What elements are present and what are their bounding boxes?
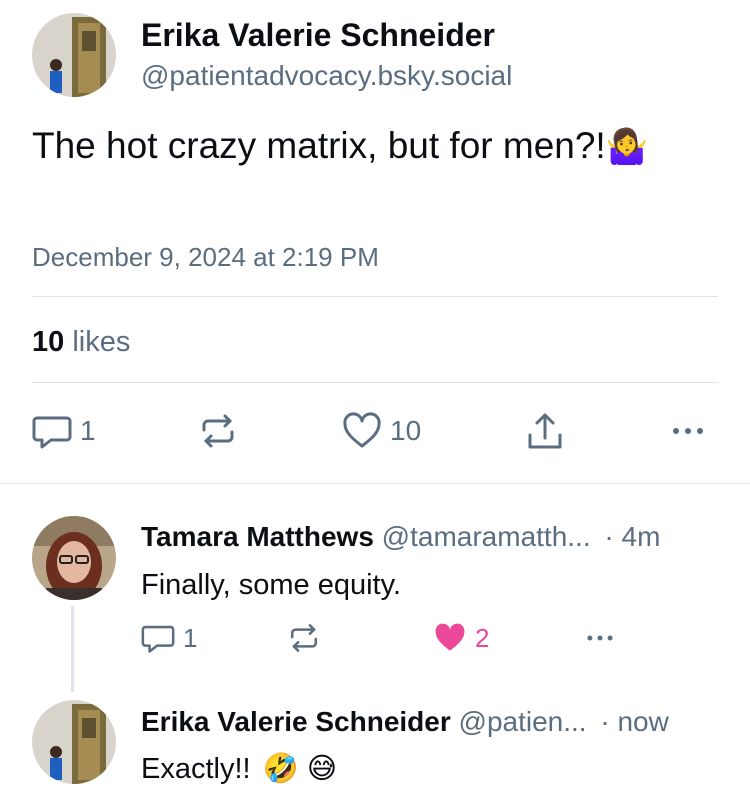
more-horizontal-icon [582, 622, 618, 654]
like-count: 2 [475, 622, 490, 653]
repost-button[interactable] [198, 412, 238, 450]
reply-avatar[interactable] [32, 700, 116, 784]
like-button[interactable]: 2 [433, 622, 489, 654]
repost-icon [287, 622, 321, 654]
heart-icon [342, 412, 382, 450]
more-horizontal-icon [668, 412, 708, 450]
reply-header: Tamara Matthews @tamaramatth... · 4m [141, 519, 660, 555]
more-options-button[interactable] [582, 622, 618, 654]
share-icon [525, 412, 565, 452]
reply-button[interactable]: 1 [32, 412, 96, 450]
post-emoji: 🤷‍♀️ [605, 128, 649, 166]
author-handle[interactable]: @patientadvocacy.bsky.social [141, 58, 512, 94]
reply-emojis: 🤣 😅 [262, 753, 338, 785]
reply-author-name[interactable]: Tamara Matthews [141, 521, 374, 552]
thread-divider [0, 483, 750, 484]
reply-icon [32, 412, 72, 450]
reply-author-handle[interactable]: @patien... [459, 706, 587, 737]
divider [32, 382, 718, 383]
reply-author-name[interactable]: Erika Valerie Schneider [141, 706, 451, 737]
reply-count: 1 [183, 622, 198, 653]
reply-icon [141, 622, 175, 654]
reply-count: 1 [80, 415, 96, 446]
like-button[interactable]: 10 [342, 412, 421, 450]
reply-button[interactable]: 1 [141, 622, 197, 654]
reply-time: · 4m [604, 521, 661, 552]
heart-filled-icon [433, 622, 467, 654]
likes-label: likes [72, 326, 131, 358]
repost-button[interactable] [287, 622, 321, 654]
reply-avatar[interactable] [32, 516, 116, 600]
like-count: 10 [390, 415, 422, 446]
post-timestamp: December 9, 2024 at 2:19 PM [32, 242, 379, 272]
more-options-button[interactable] [668, 412, 708, 450]
reply-header: Erika Valerie Schneider @patien... · now [141, 704, 669, 740]
reply-time: · now [600, 706, 669, 737]
author-avatar[interactable] [32, 13, 116, 97]
post-text-body: The hot crazy matrix, but for men?! [32, 125, 606, 166]
reply-text: Finally, some equity. [141, 569, 402, 601]
post-text: The hot crazy matrix, but for men?!🤷‍♀️ [32, 122, 648, 171]
share-button[interactable] [525, 412, 565, 452]
reply-author-handle[interactable]: @tamaramatth... [382, 521, 591, 552]
author-name[interactable]: Erika Valerie Schneider [141, 16, 495, 54]
likes-summary[interactable]: 10 likes [32, 324, 130, 360]
likes-count: 10 [32, 326, 65, 358]
reply-text-line: Exactly!! 🤣 😅 [141, 750, 337, 788]
reply-text: Exactly!! [141, 753, 251, 785]
repost-icon [198, 412, 238, 450]
divider [32, 296, 718, 297]
thread-line [71, 606, 74, 692]
